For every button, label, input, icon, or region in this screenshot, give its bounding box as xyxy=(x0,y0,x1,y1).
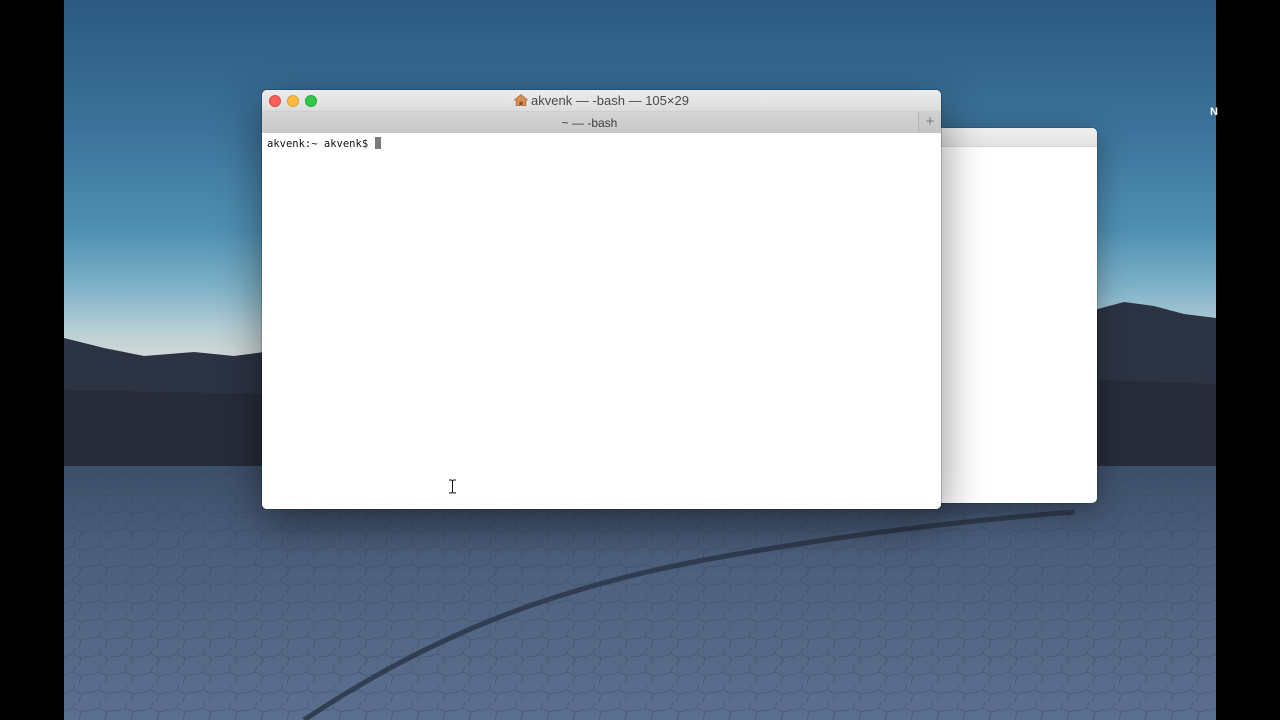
ibeam-cursor-icon xyxy=(449,479,456,494)
terminal-titlebar[interactable]: akvenk — -bash — 105×29 xyxy=(262,90,941,112)
window-title-text: akvenk — -bash — 105×29 xyxy=(531,93,689,108)
screen: N akvenk — -bash — 105×29 ~ — -bash + ak… xyxy=(0,0,1280,720)
background-window[interactable] xyxy=(924,128,1097,503)
menubar-edge-glyph: N xyxy=(1210,106,1218,118)
home-icon xyxy=(514,94,529,106)
text-cursor xyxy=(375,137,382,149)
terminal-window[interactable]: akvenk — -bash — 105×29 ~ — -bash + akve… xyxy=(262,90,941,509)
window-title: akvenk — -bash — 105×29 xyxy=(262,93,941,108)
terminal-console[interactable]: akvenk:~ akvenk$ xyxy=(262,133,941,509)
new-tab-button[interactable]: + xyxy=(918,112,941,133)
tab-bar: ~ — -bash + xyxy=(262,112,941,134)
prompt-line: akvenk:~ akvenk$ xyxy=(267,137,936,151)
background-window-titlebar[interactable] xyxy=(924,128,1097,147)
shell-prompt: akvenk:~ akvenk$ xyxy=(267,138,375,150)
tab-title[interactable]: ~ — -bash xyxy=(262,116,917,130)
